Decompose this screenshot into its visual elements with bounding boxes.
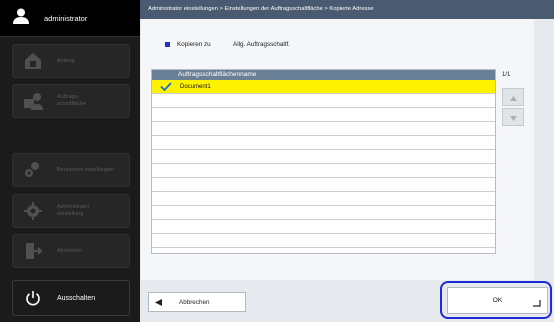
enter-corner-icon (533, 300, 541, 309)
ok-label: OK (492, 297, 503, 304)
logout-icon (23, 241, 43, 261)
power-icon (23, 288, 43, 308)
list-item[interactable] (152, 220, 495, 234)
list-item[interactable] (152, 122, 495, 136)
list-item[interactable] (152, 234, 495, 248)
power-off-label: Ausschalten (57, 294, 96, 302)
list-item[interactable] (152, 108, 495, 122)
sidebar-item-home[interactable]: Anfang (12, 44, 130, 78)
user-name: administrator (44, 13, 88, 23)
list-item[interactable] (152, 178, 495, 192)
list-item[interactable] (152, 94, 495, 108)
ok-button[interactable]: OK (447, 287, 548, 314)
copy-to-value: Allg. Auftragsschaltf. (233, 41, 291, 48)
triangle-down-icon (509, 108, 517, 126)
triangle-up-icon (509, 88, 517, 106)
user-settings-icon (23, 160, 43, 180)
list-item[interactable] (152, 150, 495, 164)
list-header: Auftragsschaltflächenname (152, 70, 495, 80)
user-header: administrator (0, 0, 140, 37)
sidebar: administrator Anfang Auftrags- schaltflä… (0, 0, 140, 322)
task-button-icon (23, 91, 43, 111)
sidebar-item-label: Auftrags- schaltfläche (57, 94, 87, 107)
task-button-list: Auftragsschaltflächenname Document1 (151, 69, 496, 254)
back-arrow-icon (155, 298, 162, 306)
cancel-button[interactable]: Abbrechen (148, 292, 246, 312)
sidebar-item-label: Benutzerei.instellungen (57, 166, 115, 173)
sidebar-item-label: Administrator einstellung (57, 204, 90, 217)
user-icon (12, 7, 30, 30)
breadcrumb: Administrator einstellungen > Einstellun… (140, 0, 554, 19)
admin-settings-icon (23, 201, 43, 221)
scroll-down-button[interactable] (502, 108, 524, 126)
sidebar-item-task-button[interactable]: Auftrags- schaltfläche (12, 84, 130, 118)
sidebar-item-label: Abmelden (57, 247, 82, 254)
copy-to-row: Kopieren zu Allg. Auftragsschaltf. (165, 41, 290, 48)
sidebar-item-label: Anfang (57, 57, 75, 64)
list-item-name: Document1 (180, 83, 211, 90)
list-item[interactable] (152, 192, 495, 206)
list-item[interactable]: Document1 (152, 80, 495, 94)
bullet-square-icon (165, 42, 170, 47)
sidebar-item-admin-settings[interactable]: Administrator einstellung (12, 194, 130, 228)
sidebar-item-logout[interactable]: Abmelden (12, 234, 130, 268)
copy-to-label: Kopieren zu (177, 41, 211, 48)
checkmark-icon (160, 82, 174, 91)
cancel-label: Abbrechen (179, 298, 210, 306)
list-item[interactable] (152, 206, 495, 220)
page-count: 1/1 (502, 72, 511, 78)
power-off-button[interactable]: Ausschalten (12, 280, 130, 316)
scroll-up-button[interactable] (502, 88, 524, 106)
list-item[interactable] (152, 136, 495, 150)
sidebar-item-user-settings[interactable]: Benutzerei.instellungen (12, 153, 130, 187)
list-item[interactable] (152, 164, 495, 178)
home-icon (23, 51, 43, 71)
